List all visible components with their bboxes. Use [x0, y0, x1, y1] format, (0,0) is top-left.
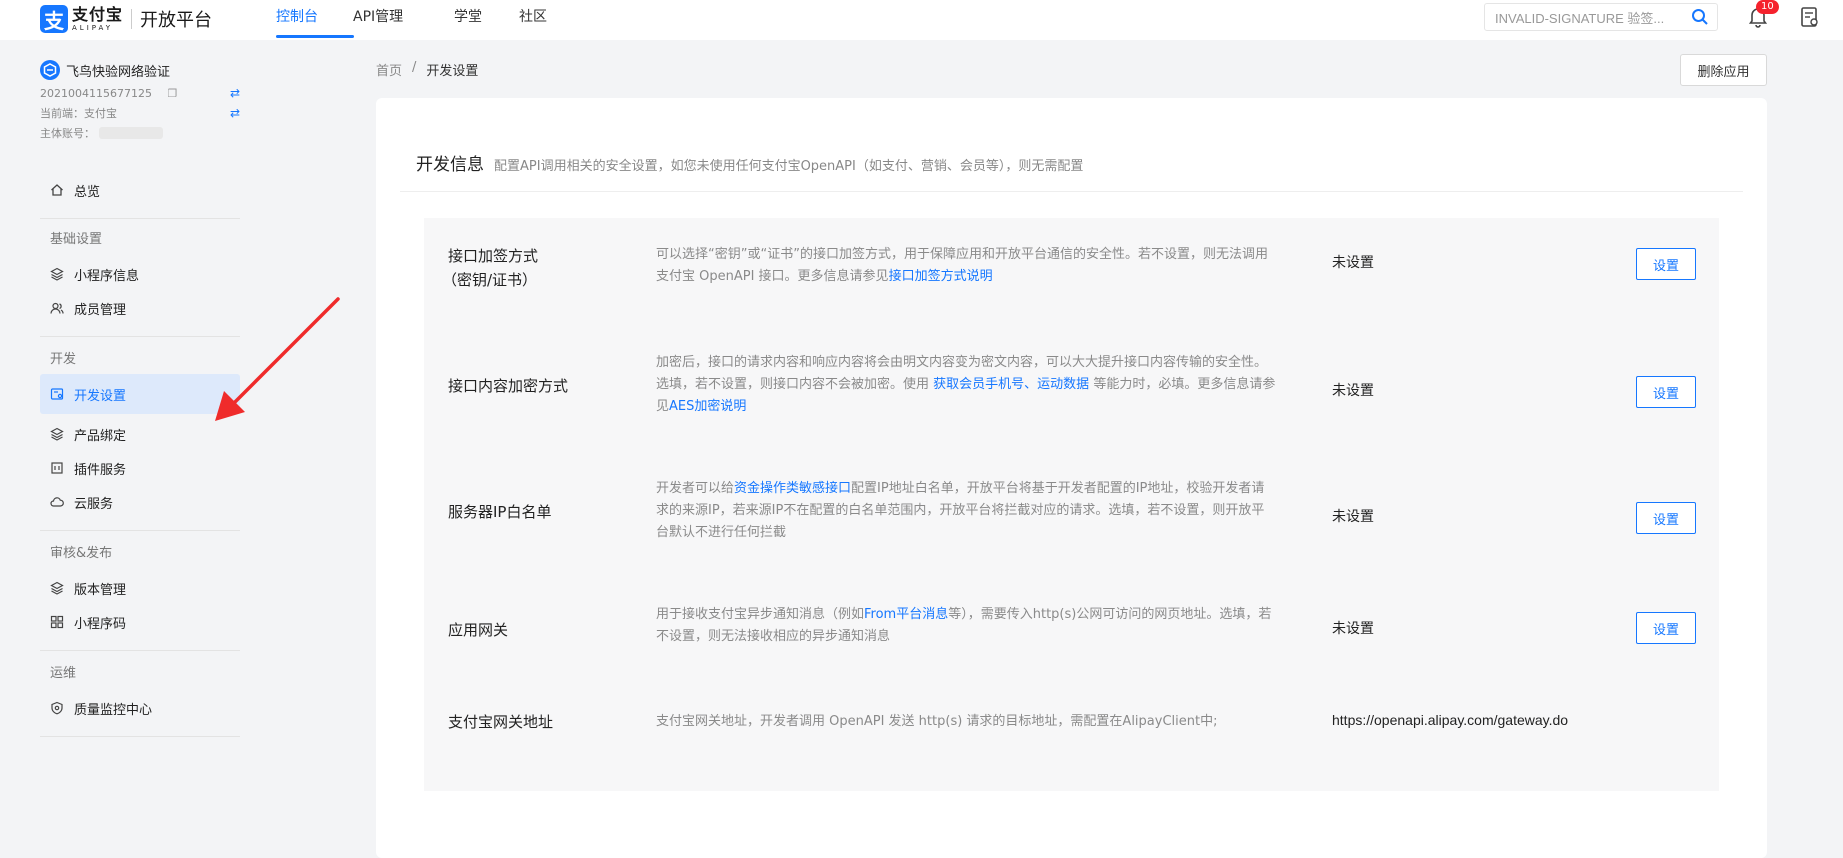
alipay-gateway-label: 支付宝网关地址: [448, 713, 554, 731]
aes-doc-link[interactable]: AES加密说明: [669, 399, 746, 414]
ip-whitelist-value: 未设置: [1332, 509, 1374, 525]
get-member-phone-link[interactable]: 获取会员手机号: [933, 377, 1024, 392]
stack-icon: [50, 427, 64, 441]
sport-data-link[interactable]: 运动数据: [1037, 377, 1089, 392]
dev-info-subtitle: 配置API调用相关的安全设置，如您未使用任何支付宝OpenAPI（如支付、营销、…: [494, 159, 1084, 174]
logo-text-cn: 支付宝: [72, 4, 124, 24]
alipay-logo-icon: 支: [40, 5, 68, 33]
notification-badge: 10: [1756, 0, 1779, 14]
sign-method-label-sub: （密钥/证书）: [442, 271, 538, 289]
shield-icon: [50, 701, 64, 715]
search-box[interactable]: [1484, 3, 1718, 31]
red-arrow-annotation: [215, 297, 340, 421]
nav-community[interactable]: 社区: [519, 0, 547, 40]
app-gateway-value: 未设置: [1332, 621, 1374, 637]
search-input[interactable]: [1495, 9, 1681, 25]
nav-academy[interactable]: 学堂: [454, 0, 519, 40]
sign-method-value: 未设置: [1332, 255, 1374, 271]
menu-group-ops: 运维: [50, 666, 77, 681]
switch-app-icon[interactable]: ⇄: [230, 86, 240, 100]
sidebar-item-qrcode[interactable]: 小程序码: [40, 602, 240, 642]
menu-group-basic: 基础设置: [50, 232, 103, 247]
owner-account-label: 主体账号：: [40, 127, 95, 140]
app-gateway-desc: 用于接收支付宝异步通知消息（例如From平台消息等），需要传入http(s)公网…: [656, 607, 1272, 644]
app-info: 飞鸟快验网络验证 2021004115677125 ❐ ⇄ 当前端：支付宝 ⇄ …: [40, 60, 240, 140]
layers-icon: [50, 267, 64, 281]
app-id: 2021004115677125: [40, 86, 152, 100]
app-name: 飞鸟快验网络验证: [66, 64, 171, 80]
dev-info-header: 开发信息 配置API调用相关的安全设置，如您未使用任何支付宝OpenAPI（如支…: [400, 150, 1743, 192]
dev-info-card: 开发信息 配置API调用相关的安全设置，如您未使用任何支付宝OpenAPI（如支…: [376, 98, 1767, 858]
alipay-gateway-desc: 支付宝网关地址，开发者调用 OpenAPI 发送 http(s) 请求的目标地址…: [656, 714, 1218, 729]
platform-message-link[interactable]: From平台消息: [864, 607, 948, 622]
plugin-icon: [50, 461, 64, 475]
users-icon: [50, 301, 64, 315]
sign-method-set-button[interactable]: 设置: [1636, 248, 1696, 280]
sidebar-item-overview[interactable]: 总览: [40, 170, 240, 210]
ip-whitelist-desc: 开发者可以给资金操作类敏感接口配置IP地址白名单，开放平台将基于开发者配置的IP…: [656, 481, 1265, 540]
menu-group-dev: 开发: [50, 352, 77, 367]
current-end: 当前端：支付宝: [40, 107, 117, 120]
breadcrumb-current: 开发设置: [426, 64, 479, 79]
top-bar: 支 支付宝 ALIPAY 开放平台 控制台 API管理 学堂 社区 10: [0, 0, 1843, 40]
content-encrypt-value: 未设置: [1332, 383, 1374, 399]
search-icon[interactable]: [1691, 8, 1709, 30]
app-name-row: 飞鸟快验网络验证: [40, 60, 240, 80]
logo-divider: [131, 9, 133, 29]
content-encrypt-set-button[interactable]: 设置: [1636, 376, 1696, 408]
nav-console[interactable]: 控制台: [276, 0, 354, 40]
home-icon: [50, 183, 64, 197]
switch-end-icon[interactable]: ⇄: [230, 106, 240, 120]
ip-whitelist-label: 服务器IP白名单: [448, 503, 552, 521]
breadcrumb-separator: /: [412, 60, 417, 75]
alipay-logo[interactable]: 支 支付宝 ALIPAY 开放平台: [40, 5, 212, 33]
sidebar-item-cloud[interactable]: 云服务: [40, 482, 240, 522]
dev-info-title: 开发信息: [416, 155, 484, 175]
settings-panel-icon: [50, 387, 64, 401]
alipay-gateway-url: https://openapi.alipay.com/gateway.do: [1332, 712, 1569, 728]
sign-method-doc-link[interactable]: 接口加签方式说明: [889, 269, 993, 284]
breadcrumb: 首页 / 开发设置: [376, 60, 478, 79]
content-encrypt-desc: 加密后，接口的请求内容和响应内容将会由明文内容变为密文内容，可以大大提升接口内容…: [656, 355, 1276, 414]
sign-method-label: 接口加签方式: [448, 247, 539, 265]
app-logo-icon: [40, 60, 60, 80]
menu-group-review: 审核&发布: [50, 546, 113, 561]
cloud-icon: [50, 495, 64, 509]
platform-title: 开放平台: [140, 10, 213, 31]
sign-method-desc: 可以选择“密钥”或“证书”的接口加签方式，用于保障应用和开放平台通信的安全性。若…: [656, 247, 1268, 284]
delete-app-button[interactable]: 删除应用: [1680, 54, 1767, 86]
versions-icon: [50, 581, 64, 595]
ip-whitelist-set-button[interactable]: 设置: [1636, 502, 1696, 534]
document-icon[interactable]: [1800, 6, 1820, 32]
app-gateway-set-button[interactable]: 设置: [1636, 612, 1696, 644]
app-gateway-label: 应用网关: [448, 621, 509, 639]
sidebar: 飞鸟快验网络验证 2021004115677125 ❐ ⇄ 当前端：支付宝 ⇄ …: [0, 40, 250, 847]
settings-panel: 接口加签方式 （密钥/证书） 可以选择“密钥”或“证书”的接口加签方式，用于保障…: [424, 218, 1719, 791]
content-encrypt-label: 接口内容加密方式: [448, 377, 569, 395]
top-nav: 控制台 API管理 学堂 社区: [276, 0, 547, 40]
copy-icon[interactable]: ❐: [167, 87, 177, 100]
qrcode-icon: [50, 615, 64, 629]
sensitive-api-link[interactable]: 资金操作类敏感接口: [734, 481, 851, 496]
owner-account-masked: [99, 127, 163, 139]
nav-api-management[interactable]: API管理: [353, 0, 454, 40]
logo-text-en: ALIPAY: [72, 23, 114, 32]
sidebar-item-quality[interactable]: 质量监控中心: [40, 688, 240, 728]
breadcrumb-home[interactable]: 首页: [376, 60, 402, 79]
